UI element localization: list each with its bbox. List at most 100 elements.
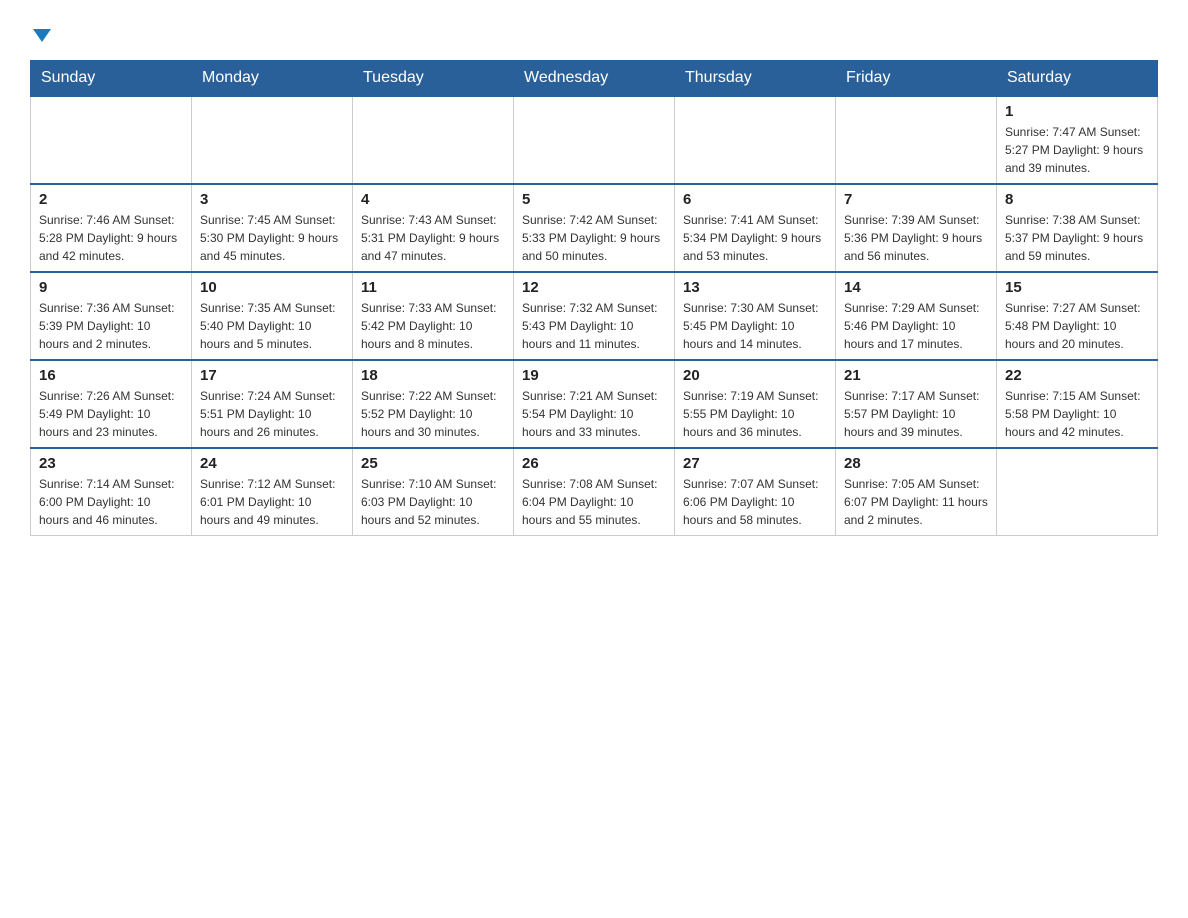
day-number: 25	[361, 455, 505, 472]
day-header-friday: Friday	[836, 61, 997, 97]
calendar-week-row: 2 Sunrise: 7:46 AM Sunset: 5:28 PM Daylig…	[31, 184, 1158, 272]
logo-triangle-icon	[33, 29, 51, 42]
calendar-day-cell: 19 Sunrise: 7:21 AM Sunset: 5:54 PM Dayli…	[514, 360, 675, 448]
calendar-day-cell: 12 Sunrise: 7:32 AM Sunset: 5:43 PM Dayli…	[514, 272, 675, 360]
calendar-day-cell: 8 Sunrise: 7:38 AM Sunset: 5:37 PM Daylig…	[997, 184, 1158, 272]
day-info: Sunrise: 7:17 AM Sunset: 5:57 PM Dayligh…	[844, 387, 988, 441]
calendar-table: SundayMondayTuesdayWednesdayThursdayFrid…	[30, 60, 1158, 536]
day-info: Sunrise: 7:36 AM Sunset: 5:39 PM Dayligh…	[39, 299, 183, 353]
day-number: 14	[844, 279, 988, 296]
day-number: 1	[1005, 103, 1149, 120]
calendar-week-row: 16 Sunrise: 7:26 AM Sunset: 5:49 PM Dayli…	[31, 360, 1158, 448]
day-number: 8	[1005, 191, 1149, 208]
calendar-day-cell: 10 Sunrise: 7:35 AM Sunset: 5:40 PM Dayli…	[192, 272, 353, 360]
day-number: 4	[361, 191, 505, 208]
day-number: 27	[683, 455, 827, 472]
day-info: Sunrise: 7:46 AM Sunset: 5:28 PM Dayligh…	[39, 211, 183, 265]
calendar-day-cell: 11 Sunrise: 7:33 AM Sunset: 5:42 PM Dayli…	[353, 272, 514, 360]
day-number: 3	[200, 191, 344, 208]
page-header	[30, 20, 1158, 50]
calendar-day-cell: 22 Sunrise: 7:15 AM Sunset: 5:58 PM Dayli…	[997, 360, 1158, 448]
calendar-day-cell: 17 Sunrise: 7:24 AM Sunset: 5:51 PM Dayli…	[192, 360, 353, 448]
day-info: Sunrise: 7:41 AM Sunset: 5:34 PM Dayligh…	[683, 211, 827, 265]
day-info: Sunrise: 7:45 AM Sunset: 5:30 PM Dayligh…	[200, 211, 344, 265]
day-number: 20	[683, 367, 827, 384]
calendar-day-cell	[31, 96, 192, 184]
day-header-wednesday: Wednesday	[514, 61, 675, 97]
calendar-day-cell: 23 Sunrise: 7:14 AM Sunset: 6:00 PM Dayli…	[31, 448, 192, 536]
day-info: Sunrise: 7:35 AM Sunset: 5:40 PM Dayligh…	[200, 299, 344, 353]
calendar-day-cell: 4Sunrise: 7:43 AM Sunset: 5:31 PM Daylig…	[353, 184, 514, 272]
day-info: Sunrise: 7:42 AM Sunset: 5:33 PM Dayligh…	[522, 211, 666, 265]
calendar-day-cell	[836, 96, 997, 184]
calendar-day-cell: 20 Sunrise: 7:19 AM Sunset: 5:55 PM Dayli…	[675, 360, 836, 448]
day-number: 21	[844, 367, 988, 384]
day-number: 22	[1005, 367, 1149, 384]
calendar-day-cell	[997, 448, 1158, 536]
day-number: 19	[522, 367, 666, 384]
day-header-monday: Monday	[192, 61, 353, 97]
day-info: Sunrise: 7:10 AM Sunset: 6:03 PM Dayligh…	[361, 475, 505, 529]
day-number: 5	[522, 191, 666, 208]
calendar-day-cell	[192, 96, 353, 184]
day-info: Sunrise: 7:27 AM Sunset: 5:48 PM Dayligh…	[1005, 299, 1149, 353]
day-number: 18	[361, 367, 505, 384]
day-info: Sunrise: 7:14 AM Sunset: 6:00 PM Dayligh…	[39, 475, 183, 529]
day-number: 9	[39, 279, 183, 296]
calendar-week-row: 23 Sunrise: 7:14 AM Sunset: 6:00 PM Dayli…	[31, 448, 1158, 536]
day-info: Sunrise: 7:19 AM Sunset: 5:55 PM Dayligh…	[683, 387, 827, 441]
day-info: Sunrise: 7:08 AM Sunset: 6:04 PM Dayligh…	[522, 475, 666, 529]
calendar-day-cell: 14 Sunrise: 7:29 AM Sunset: 5:46 PM Dayli…	[836, 272, 997, 360]
day-info: Sunrise: 7:21 AM Sunset: 5:54 PM Dayligh…	[522, 387, 666, 441]
calendar-day-cell	[675, 96, 836, 184]
day-info: Sunrise: 7:32 AM Sunset: 5:43 PM Dayligh…	[522, 299, 666, 353]
day-number: 28	[844, 455, 988, 472]
day-info: Sunrise: 7:05 AM Sunset: 6:07 PM Dayligh…	[844, 475, 988, 529]
calendar-day-cell: 26 Sunrise: 7:08 AM Sunset: 6:04 PM Dayli…	[514, 448, 675, 536]
day-info: Sunrise: 7:47 AM Sunset: 5:27 PM Dayligh…	[1005, 123, 1149, 177]
day-header-saturday: Saturday	[997, 61, 1158, 97]
calendar-day-cell: 1 Sunrise: 7:47 AM Sunset: 5:27 PM Daylig…	[997, 96, 1158, 184]
calendar-header-row: SundayMondayTuesdayWednesdayThursdayFrid…	[31, 61, 1158, 97]
calendar-day-cell: 13 Sunrise: 7:30 AM Sunset: 5:45 PM Dayli…	[675, 272, 836, 360]
calendar-day-cell: 2 Sunrise: 7:46 AM Sunset: 5:28 PM Daylig…	[31, 184, 192, 272]
calendar-day-cell: 21 Sunrise: 7:17 AM Sunset: 5:57 PM Dayli…	[836, 360, 997, 448]
day-number: 10	[200, 279, 344, 296]
day-info: Sunrise: 7:33 AM Sunset: 5:42 PM Dayligh…	[361, 299, 505, 353]
calendar-day-cell: 18 Sunrise: 7:22 AM Sunset: 5:52 PM Dayli…	[353, 360, 514, 448]
logo	[30, 20, 51, 50]
day-info: Sunrise: 7:30 AM Sunset: 5:45 PM Dayligh…	[683, 299, 827, 353]
calendar-day-cell: 6 Sunrise: 7:41 AM Sunset: 5:34 PM Daylig…	[675, 184, 836, 272]
day-number: 26	[522, 455, 666, 472]
calendar-day-cell: 25 Sunrise: 7:10 AM Sunset: 6:03 PM Dayli…	[353, 448, 514, 536]
calendar-week-row: 9 Sunrise: 7:36 AM Sunset: 5:39 PM Daylig…	[31, 272, 1158, 360]
day-number: 11	[361, 279, 505, 296]
day-header-thursday: Thursday	[675, 61, 836, 97]
calendar-week-row: 1 Sunrise: 7:47 AM Sunset: 5:27 PM Daylig…	[31, 96, 1158, 184]
day-info: Sunrise: 7:38 AM Sunset: 5:37 PM Dayligh…	[1005, 211, 1149, 265]
day-info: Sunrise: 7:39 AM Sunset: 5:36 PM Dayligh…	[844, 211, 988, 265]
day-number: 23	[39, 455, 183, 472]
calendar-day-cell: 28 Sunrise: 7:05 AM Sunset: 6:07 PM Dayli…	[836, 448, 997, 536]
day-info: Sunrise: 7:15 AM Sunset: 5:58 PM Dayligh…	[1005, 387, 1149, 441]
calendar-day-cell: 27Sunrise: 7:07 AM Sunset: 6:06 PM Dayli…	[675, 448, 836, 536]
calendar-day-cell: 16 Sunrise: 7:26 AM Sunset: 5:49 PM Dayli…	[31, 360, 192, 448]
day-info: Sunrise: 7:24 AM Sunset: 5:51 PM Dayligh…	[200, 387, 344, 441]
day-info: Sunrise: 7:29 AM Sunset: 5:46 PM Dayligh…	[844, 299, 988, 353]
day-number: 13	[683, 279, 827, 296]
calendar-day-cell: 5 Sunrise: 7:42 AM Sunset: 5:33 PM Daylig…	[514, 184, 675, 272]
day-number: 12	[522, 279, 666, 296]
day-number: 6	[683, 191, 827, 208]
calendar-day-cell: 3 Sunrise: 7:45 AM Sunset: 5:30 PM Daylig…	[192, 184, 353, 272]
calendar-day-cell: 24Sunrise: 7:12 AM Sunset: 6:01 PM Dayli…	[192, 448, 353, 536]
day-number: 7	[844, 191, 988, 208]
day-info: Sunrise: 7:26 AM Sunset: 5:49 PM Dayligh…	[39, 387, 183, 441]
calendar-day-cell: 9 Sunrise: 7:36 AM Sunset: 5:39 PM Daylig…	[31, 272, 192, 360]
day-number: 16	[39, 367, 183, 384]
day-number: 2	[39, 191, 183, 208]
day-number: 17	[200, 367, 344, 384]
calendar-day-cell	[353, 96, 514, 184]
calendar-day-cell	[514, 96, 675, 184]
calendar-day-cell: 15Sunrise: 7:27 AM Sunset: 5:48 PM Dayli…	[997, 272, 1158, 360]
day-info: Sunrise: 7:22 AM Sunset: 5:52 PM Dayligh…	[361, 387, 505, 441]
